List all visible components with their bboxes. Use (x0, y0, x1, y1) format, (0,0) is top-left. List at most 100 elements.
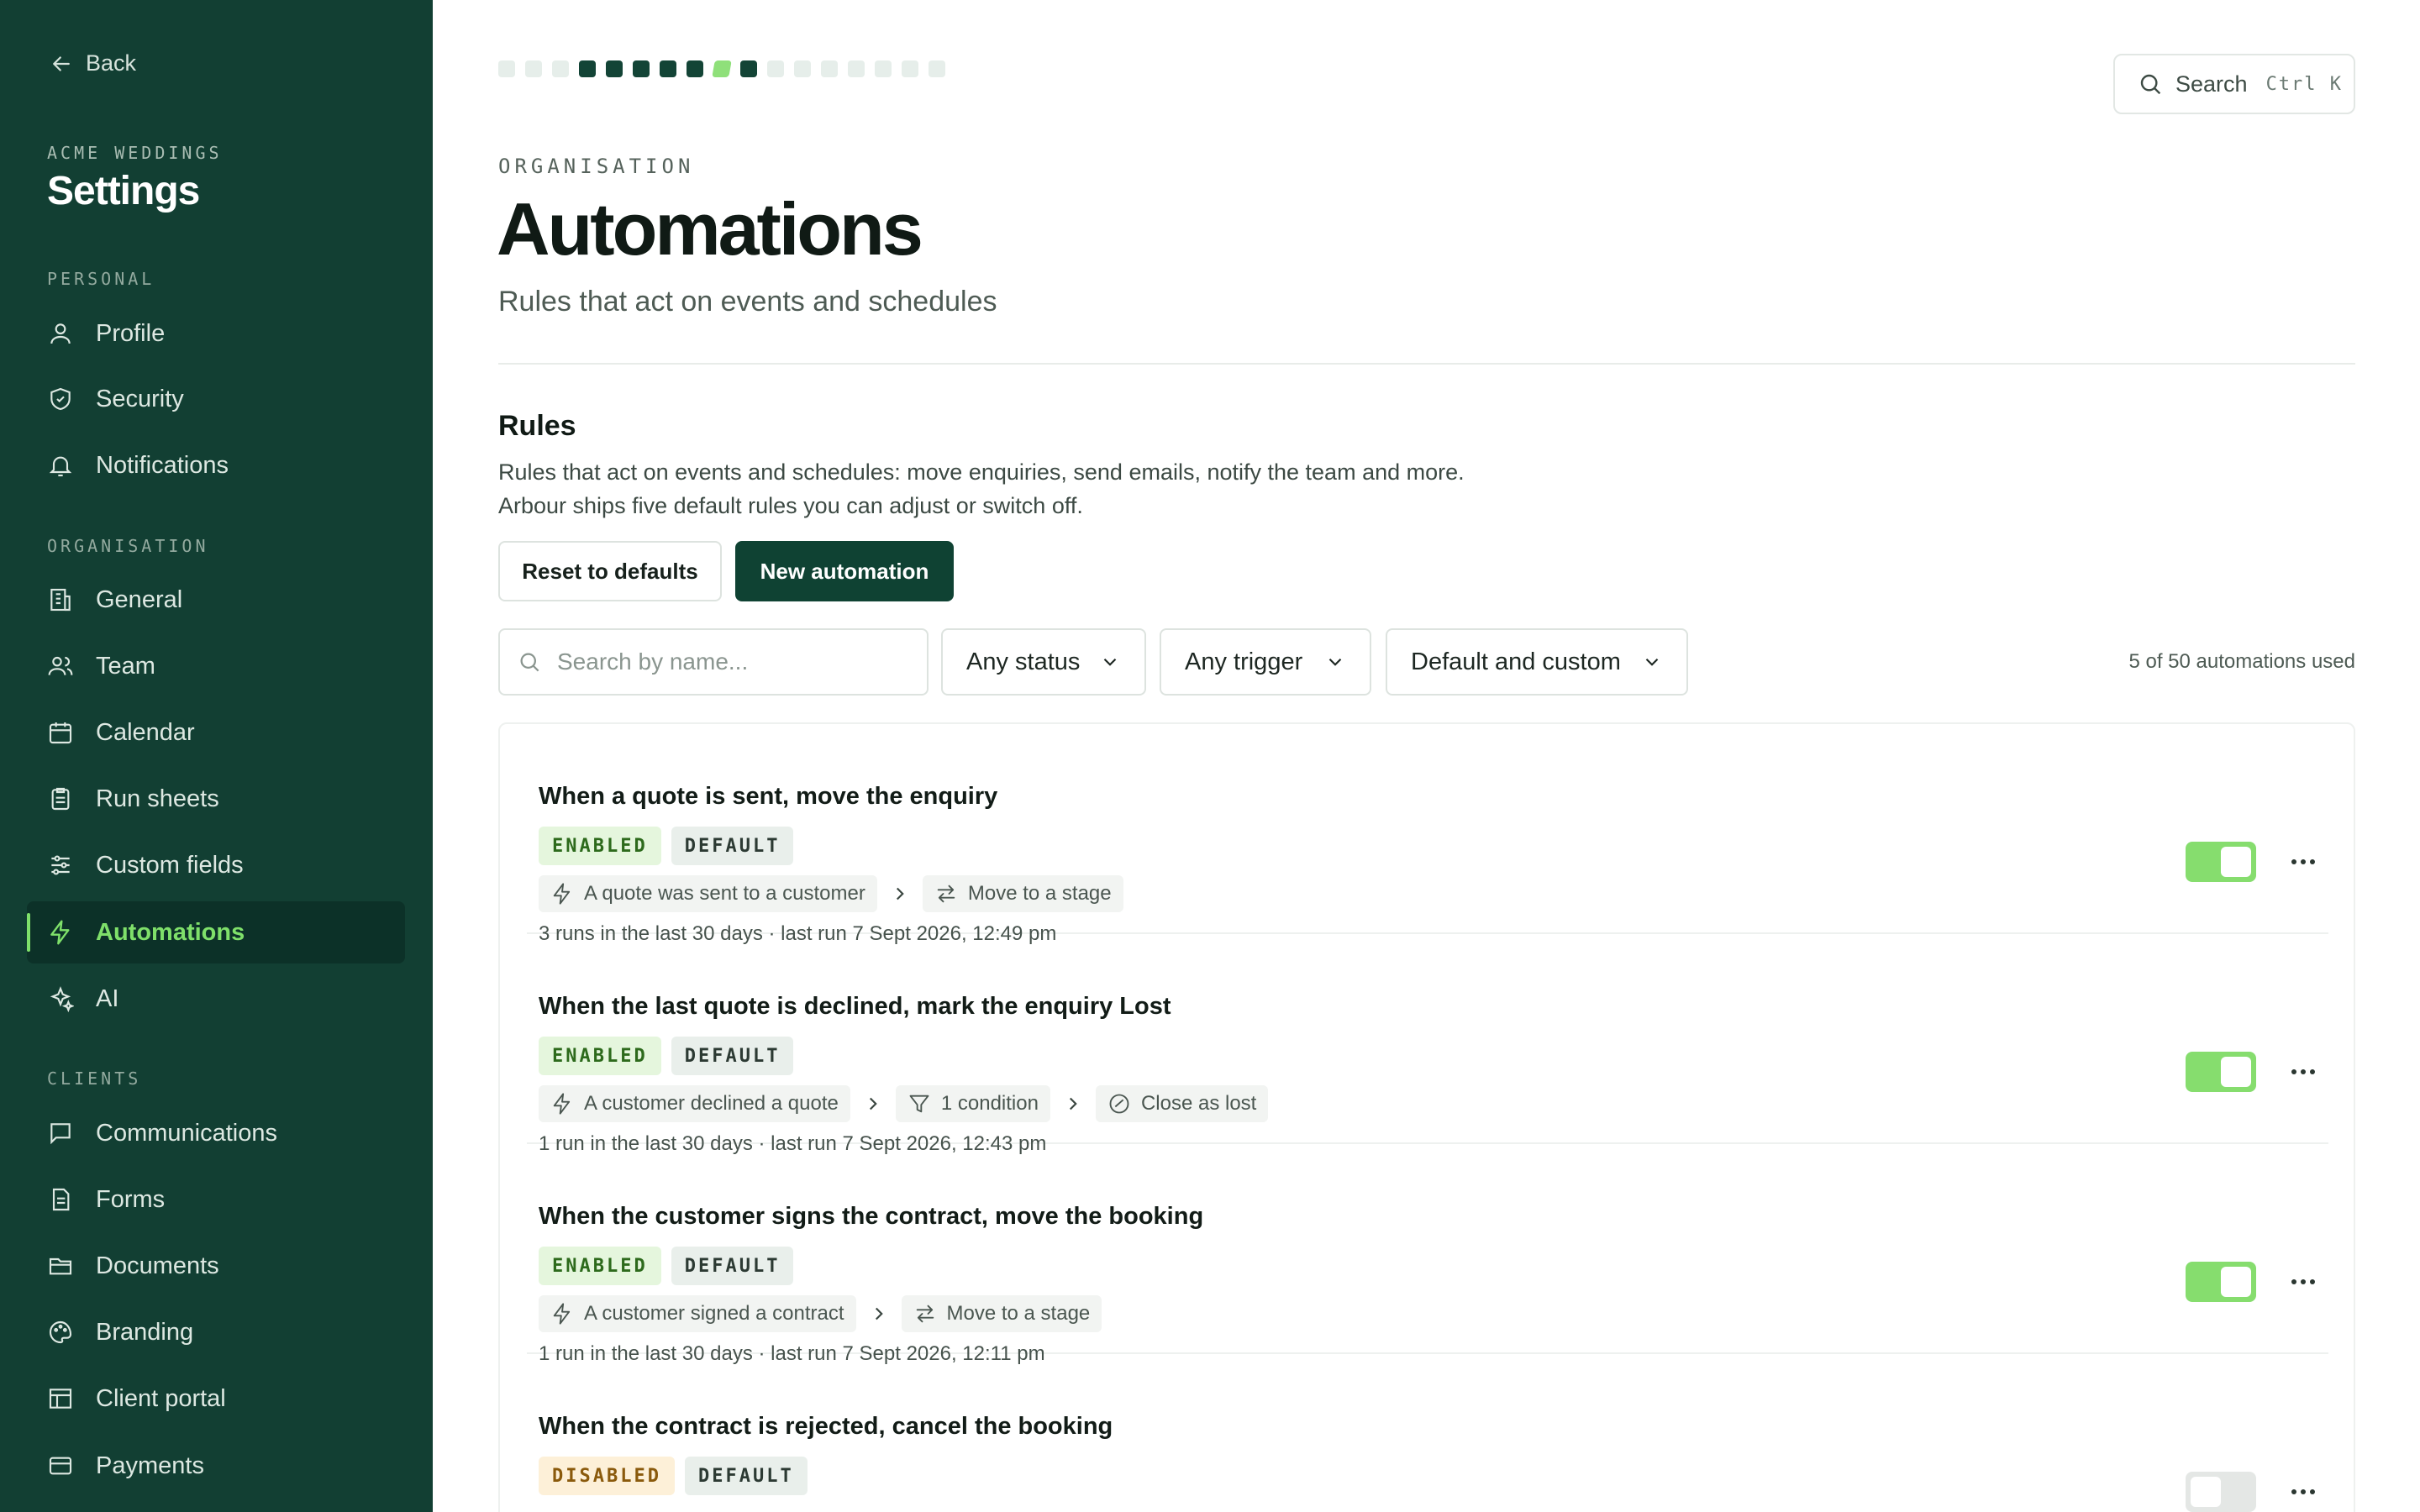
automation-usage-count: 5 of 50 automations used (2128, 650, 2355, 673)
chevron-right-icon (896, 887, 904, 900)
sidebar-item-notifications[interactable]: Notifications (27, 434, 405, 496)
bell-icon (49, 456, 72, 477)
status-badge: ENABLED (539, 1037, 661, 1075)
setup-progress (498, 60, 945, 77)
progress-step (633, 60, 650, 77)
more-options-button[interactable] (2286, 1268, 2320, 1295)
lightning-icon (553, 1303, 571, 1325)
sidebar-item-label: Notifications (96, 451, 229, 479)
rule-enabled-toggle[interactable] (2186, 1262, 2256, 1302)
progress-step (821, 60, 838, 77)
sidebar-item-label: Security (96, 385, 184, 412)
trigger-label: A customer signed a contract (584, 1302, 844, 1325)
rule-flow: A customer signed a contract Move to a s… (539, 1295, 1102, 1332)
palette-icon (49, 1320, 72, 1344)
progress-step (660, 60, 676, 77)
sidebar-item-documents[interactable]: Documents (27, 1235, 405, 1297)
trigger-filter-select[interactable]: Any trigger (1160, 628, 1371, 696)
more-options-button[interactable] (2286, 1058, 2320, 1085)
condition-chip: 1 condition (895, 1085, 1050, 1122)
message-icon (50, 1123, 71, 1145)
sidebar-title: Settings (47, 169, 200, 213)
sidebar-item-calendar[interactable]: Calendar (27, 701, 405, 764)
arrow-left-icon (53, 55, 70, 71)
action-label: Close as lost (1140, 1092, 1257, 1115)
sliders-icon (51, 855, 70, 875)
action-label: Move to a stage (967, 882, 1112, 905)
header-divider (498, 363, 2355, 365)
new-automation-button[interactable]: New automation (735, 541, 954, 601)
reset-to-defaults-button[interactable]: Reset to defaults (498, 541, 722, 601)
progress-step (606, 60, 623, 77)
section-label-personal: PERSONAL (47, 269, 155, 289)
circle-slash-icon (1109, 1094, 1129, 1114)
sidebar-item-general[interactable]: General (27, 569, 405, 631)
page-eyebrow: ORGANISATION (498, 155, 695, 178)
rule-flow: A customer declined a quote 1 condition … (539, 1085, 1269, 1122)
progress-step (498, 60, 515, 77)
shield-icon (50, 387, 71, 411)
sidebar-item-custom-fields[interactable]: Custom fields (27, 834, 405, 896)
folder-icon (49, 1257, 72, 1275)
automation-rule[interactable]: When a quote is sent, move the enquiry E… (527, 724, 2328, 945)
progress-step (848, 60, 865, 77)
page-subtitle: Rules that act on events and schedules (498, 286, 997, 318)
action-chip: Move to a stage (922, 875, 1123, 912)
sidebar-item-automations[interactable]: Automations (27, 901, 405, 963)
progress-step (767, 60, 784, 77)
user-icon (50, 323, 71, 344)
sidebar-item-profile[interactable]: Profile (27, 302, 405, 365)
chevron-down-icon (1103, 658, 1117, 666)
type-filter-select[interactable]: Default and custom (1386, 628, 1688, 696)
main-content: Search Ctrl K ORGANISATION Automations R… (433, 0, 2420, 1512)
sidebar-item-communications[interactable]: Communications (27, 1102, 405, 1164)
search-placeholder: Search by name... (557, 648, 749, 675)
progress-step (687, 60, 703, 77)
chevron-right-icon (1069, 1097, 1077, 1110)
section-label-clients: CLIENTS (47, 1068, 142, 1089)
rule-enabled-toggle[interactable] (2186, 1052, 2256, 1092)
status-filter-select[interactable]: Any status (941, 628, 1146, 696)
arrows-swap-icon (916, 1305, 934, 1323)
search-icon (520, 653, 539, 672)
chevron-right-icon (875, 1307, 883, 1320)
automation-rule[interactable]: When the customer signs the contract, mo… (527, 1144, 2328, 1365)
page-title: Automations (497, 187, 923, 270)
automation-rule[interactable]: When the contract is rejected, cancel th… (527, 1354, 2328, 1512)
more-options-button[interactable] (2286, 1478, 2320, 1505)
trigger-chip: A customer declined a quote (539, 1085, 850, 1122)
automation-rule[interactable]: When the last quote is declined, mark th… (527, 934, 2328, 1155)
sidebar-item-team[interactable]: Team (27, 635, 405, 697)
sidebar-item-client-portal[interactable]: Client portal (27, 1368, 405, 1430)
sidebar-item-forms[interactable]: Forms (27, 1168, 405, 1231)
sidebar-item-label: AI (96, 984, 119, 1012)
sidebar-item-payments[interactable]: Payments (27, 1435, 405, 1497)
rule-enabled-toggle[interactable] (2186, 1472, 2256, 1512)
status-badge: ENABLED (539, 827, 661, 865)
clipboard-icon (51, 787, 70, 811)
more-options-button[interactable] (2286, 848, 2320, 875)
global-search-button[interactable]: Search Ctrl K (2113, 54, 2355, 114)
rule-enabled-toggle[interactable] (2186, 842, 2256, 882)
sidebar-item-label: Team (96, 652, 155, 680)
lightning-icon (553, 1093, 571, 1115)
status-badge: DISABLED (539, 1457, 675, 1495)
chevron-down-icon (1328, 658, 1342, 666)
sidebar-item-ai[interactable]: AI (27, 968, 405, 1030)
sidebar-item-label: Branding (96, 1318, 194, 1346)
trigger-chip: A quote was sent to a customer (539, 875, 877, 912)
rules-description-line: Rules that act on events and schedules: … (498, 459, 1465, 485)
search-label: Search (2175, 71, 2248, 97)
sidebar-item-label: Automations (96, 918, 245, 946)
back-button[interactable]: Back (49, 50, 136, 76)
progress-step (929, 60, 945, 77)
action-label: Move to a stage (946, 1302, 1091, 1325)
rules-description-line: Arbour ships five default rules you can … (498, 493, 1083, 518)
sidebar-item-label: General (96, 585, 183, 613)
rule-search-input[interactable]: Search by name... (498, 628, 929, 696)
trigger-label: A customer declined a quote (584, 1092, 839, 1115)
sidebar-item-run-sheets[interactable]: Run sheets (27, 768, 405, 830)
sidebar-item-branding[interactable]: Branding (27, 1301, 405, 1363)
type-badge: DEFAULT (671, 827, 794, 865)
sidebar-item-security[interactable]: Security (27, 368, 405, 430)
